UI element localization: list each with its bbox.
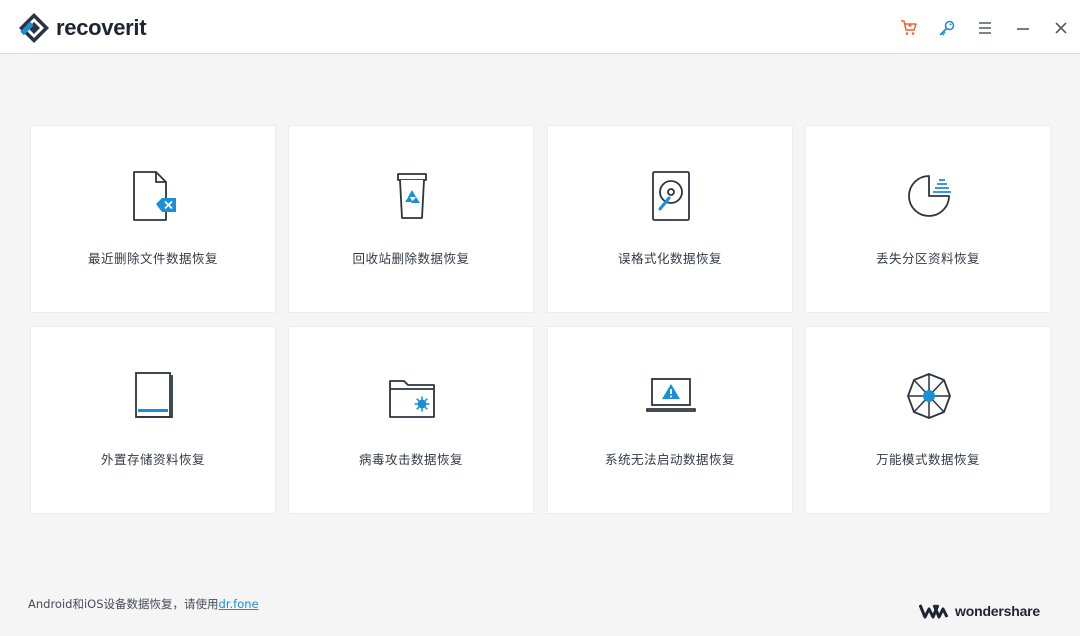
card-formatted[interactable]: 误格式化数据恢复 xyxy=(547,125,793,313)
wondershare-logo-icon xyxy=(919,604,949,619)
card-label: 外置存储资料恢复 xyxy=(100,452,205,467)
footer-note-text: Android和iOS设备数据恢复，请使用 xyxy=(28,597,219,611)
minimize-button[interactable] xyxy=(1004,14,1042,42)
card-external-device[interactable]: 外置存储资料恢复 xyxy=(30,326,276,514)
external-device-icon xyxy=(128,369,180,425)
deleted-file-icon xyxy=(128,168,180,224)
card-virus-attack[interactable]: 病毒攻击数据恢复 xyxy=(288,326,534,514)
card-label: 万能模式数据恢复 xyxy=(875,452,980,467)
window-controls xyxy=(890,14,1080,42)
card-label: 系统无法启动数据恢复 xyxy=(604,452,735,467)
card-label: 丢失分区资料恢复 xyxy=(875,251,980,266)
app-name: recoverit xyxy=(56,15,147,40)
recoverit-logo-icon xyxy=(19,13,49,43)
close-icon xyxy=(1055,22,1067,34)
card-lost-partition[interactable]: 丢失分区资料恢复 xyxy=(805,125,1051,313)
wondershare-brand: wondershare xyxy=(919,603,1040,619)
cart-button[interactable] xyxy=(890,14,928,42)
hard-drive-icon xyxy=(645,168,697,224)
card-all-around[interactable]: 万能模式数据恢复 xyxy=(805,326,1051,514)
card-recycle-bin[interactable]: 回收站删除数据恢复 xyxy=(288,125,534,313)
app-logo: recoverit xyxy=(18,12,147,44)
partition-icon xyxy=(903,168,955,224)
crashed-computer-icon xyxy=(645,369,697,425)
menu-icon xyxy=(979,22,991,34)
key-icon xyxy=(939,20,955,36)
title-bar: recoverit xyxy=(0,0,1080,54)
all-around-icon xyxy=(903,369,955,425)
card-label: 回收站删除数据恢复 xyxy=(352,251,470,266)
brand-name: wondershare xyxy=(955,603,1040,619)
recovery-mode-grid: 最近删除文件数据恢复 回收站删除数据恢复 误格式化数据恢复 丢失分区资料恢复 外… xyxy=(30,125,1051,514)
recycle-bin-icon xyxy=(386,168,438,224)
drfone-link[interactable]: dr.fone xyxy=(219,597,259,611)
card-label: 病毒攻击数据恢复 xyxy=(358,452,463,467)
menu-button[interactable] xyxy=(966,14,1004,42)
card-crashed-system[interactable]: 系统无法启动数据恢复 xyxy=(547,326,793,514)
card-label: 误格式化数据恢复 xyxy=(617,251,722,266)
card-recent-deleted[interactable]: 最近删除文件数据恢复 xyxy=(30,125,276,313)
register-button[interactable] xyxy=(928,14,966,42)
close-button[interactable] xyxy=(1042,14,1080,42)
cart-icon xyxy=(901,20,917,35)
card-label: 最近删除文件数据恢复 xyxy=(87,251,218,266)
minimize-icon xyxy=(1017,28,1029,30)
footer-note: Android和iOS设备数据恢复，请使用dr.fone xyxy=(28,596,259,612)
virus-folder-icon xyxy=(386,369,438,425)
